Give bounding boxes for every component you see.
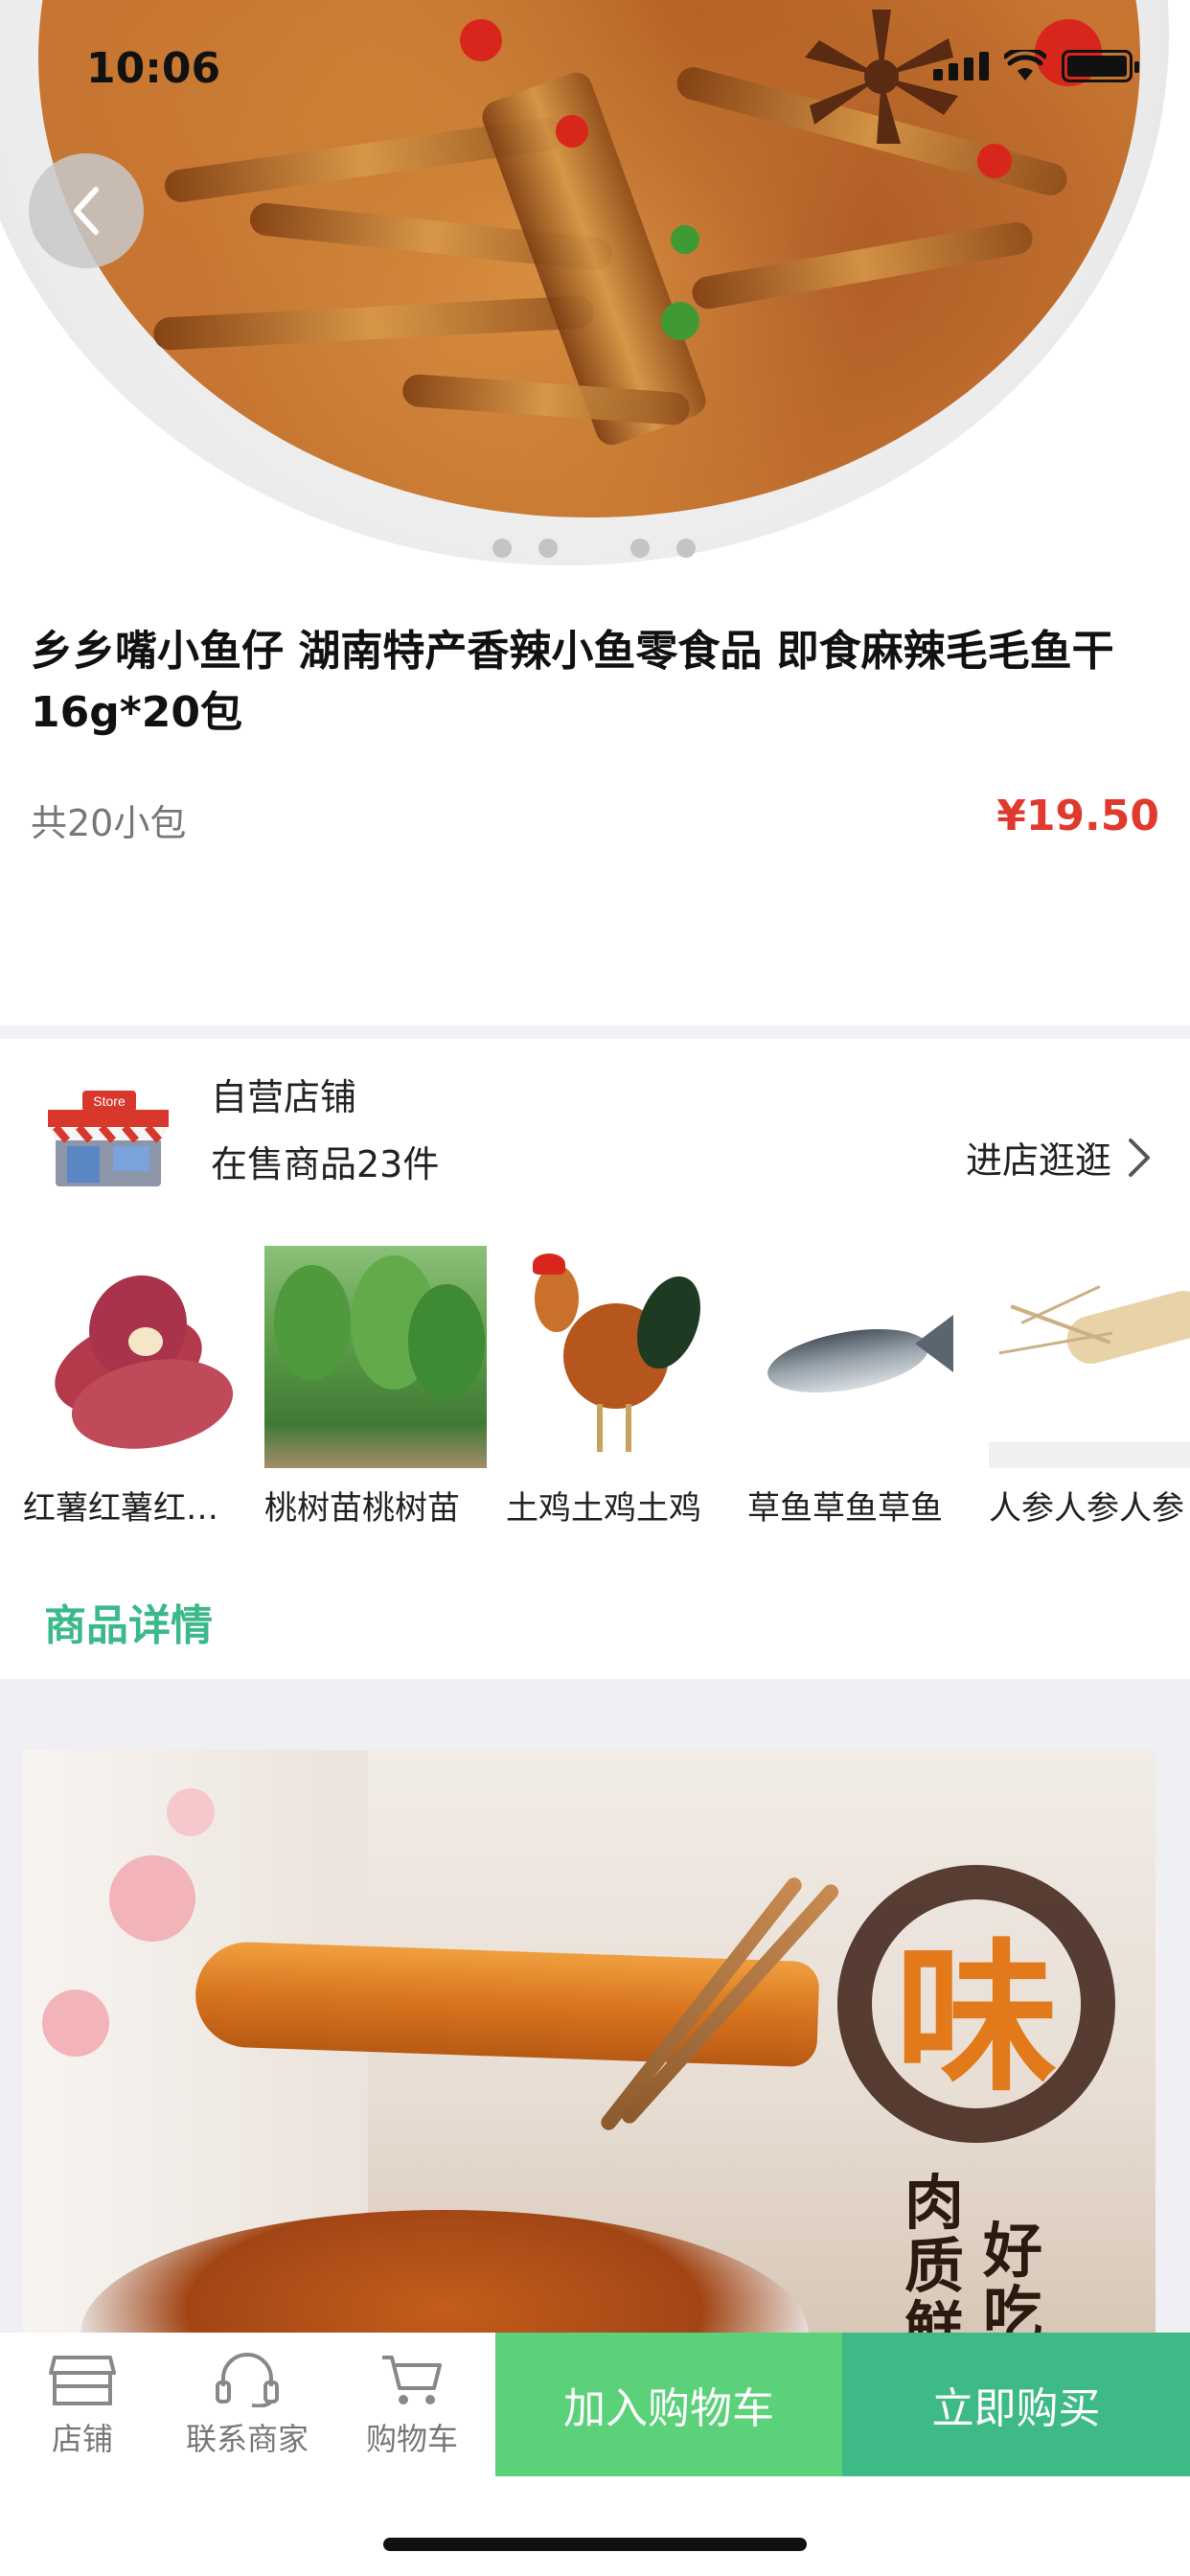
taste-stamp: 味 xyxy=(837,1865,1115,2143)
store-item-count: 在售商品23件 xyxy=(211,1143,440,1185)
add-to-cart-button[interactable]: 加入购物车 xyxy=(495,2333,842,2476)
chevron-right-icon xyxy=(1129,1138,1150,1177)
red-pepper xyxy=(977,144,1012,178)
tab-contact-label: 联系商家 xyxy=(185,2421,309,2457)
blossom xyxy=(42,1990,109,2057)
product-spec: 共20小包 xyxy=(31,802,187,844)
page-dot[interactable] xyxy=(676,539,696,558)
peach-sapling-image xyxy=(264,1246,487,1468)
home-indicator[interactable] xyxy=(383,2538,807,2551)
tab-cart-label: 购物车 xyxy=(365,2421,458,2457)
store-product-name: 土鸡土鸡土鸡 xyxy=(506,1489,701,1528)
bottom-action-bar: 店铺 联系商家 购物车 加入购物车 立即购买 xyxy=(0,2333,1190,2476)
status-time: 10:06 xyxy=(86,44,221,93)
home-indicator-area xyxy=(0,2476,1190,2576)
store-product-name: 人参人参人参 xyxy=(989,1489,1184,1528)
store-product-item[interactable]: 红薯红薯红薯红薯 xyxy=(23,1246,245,1529)
store-sign-text: Store xyxy=(93,1093,126,1109)
wifi-icon xyxy=(1004,50,1046,80)
stamp-character: 味 xyxy=(894,1922,1058,2114)
product-title: 乡乡嘴小鱼仔 湖南特产香辣小鱼零食品 即食麻辣毛毛鱼干16g*20包 xyxy=(31,627,1114,737)
scallion xyxy=(661,302,699,340)
visit-store-label: 进店逛逛 xyxy=(965,1139,1111,1182)
blossom xyxy=(109,1855,195,1942)
signal-icon xyxy=(933,52,989,80)
battery-icon xyxy=(1062,50,1139,82)
back-button[interactable] xyxy=(29,153,144,268)
section-divider xyxy=(0,1025,1190,1039)
store-product-list[interactable]: 红薯红薯红薯红薯 桃树苗桃树苗 土鸡土鸡土鸡 草鱼草鱼草鱼 xyxy=(0,1246,1190,1533)
tab-cart[interactable]: 购物车 xyxy=(330,2333,494,2476)
status-icons xyxy=(933,50,1139,82)
buy-now-button[interactable]: 立即购买 xyxy=(842,2333,1190,2476)
product-price: ¥19.50 xyxy=(996,792,1159,840)
blossom xyxy=(167,1788,215,1836)
grass-carp-image xyxy=(747,1246,970,1468)
page-dot[interactable] xyxy=(492,539,512,558)
store-icon[interactable]: Store xyxy=(48,1089,169,1190)
page-dot[interactable] xyxy=(630,539,650,558)
store-product-name: 桃树苗桃树苗 xyxy=(264,1489,460,1528)
tab-store-label: 店铺 xyxy=(51,2421,113,2457)
sweet-potato-image xyxy=(23,1246,245,1468)
page-dot[interactable] xyxy=(538,539,558,558)
banner-text-column-1: 肉质鲜 xyxy=(904,2168,965,2335)
chevron-left-icon xyxy=(74,187,99,235)
store-product-name: 红薯红薯红薯红薯 xyxy=(23,1489,245,1528)
store-product-item[interactable]: 人参人参人参 xyxy=(989,1246,1190,1529)
ginseng-image xyxy=(989,1246,1190,1468)
rooster-image xyxy=(506,1246,728,1468)
store-name: 自营店铺 xyxy=(211,1076,357,1118)
product-detail-image: 味 肉质鲜 好吃 xyxy=(23,1750,1156,2334)
product-details-heading: 商品详情 xyxy=(44,1601,213,1650)
banner-text-column-2: 好吃 xyxy=(983,2216,1043,2335)
visit-store-button[interactable]: 进店逛逛 xyxy=(966,1131,1152,1184)
scallion xyxy=(671,225,699,254)
gallery-pagination xyxy=(0,539,1190,560)
tab-contact-merchant[interactable]: 联系商家 xyxy=(165,2333,330,2476)
tab-store[interactable]: 店铺 xyxy=(0,2333,165,2476)
headset-icon xyxy=(216,2353,279,2407)
store-product-item[interactable]: 草鱼草鱼草鱼 xyxy=(747,1246,970,1529)
status-bar: 10:06 xyxy=(0,0,1190,134)
store-icon xyxy=(49,2356,116,2405)
cart-icon xyxy=(382,2356,442,2404)
store-product-item[interactable]: 土鸡土鸡土鸡 xyxy=(506,1246,728,1529)
store-product-item[interactable]: 桃树苗桃树苗 xyxy=(264,1246,487,1529)
product-image-gallery[interactable]: 10:06 xyxy=(0,0,1190,580)
store-product-name: 草鱼草鱼草鱼 xyxy=(747,1489,943,1528)
